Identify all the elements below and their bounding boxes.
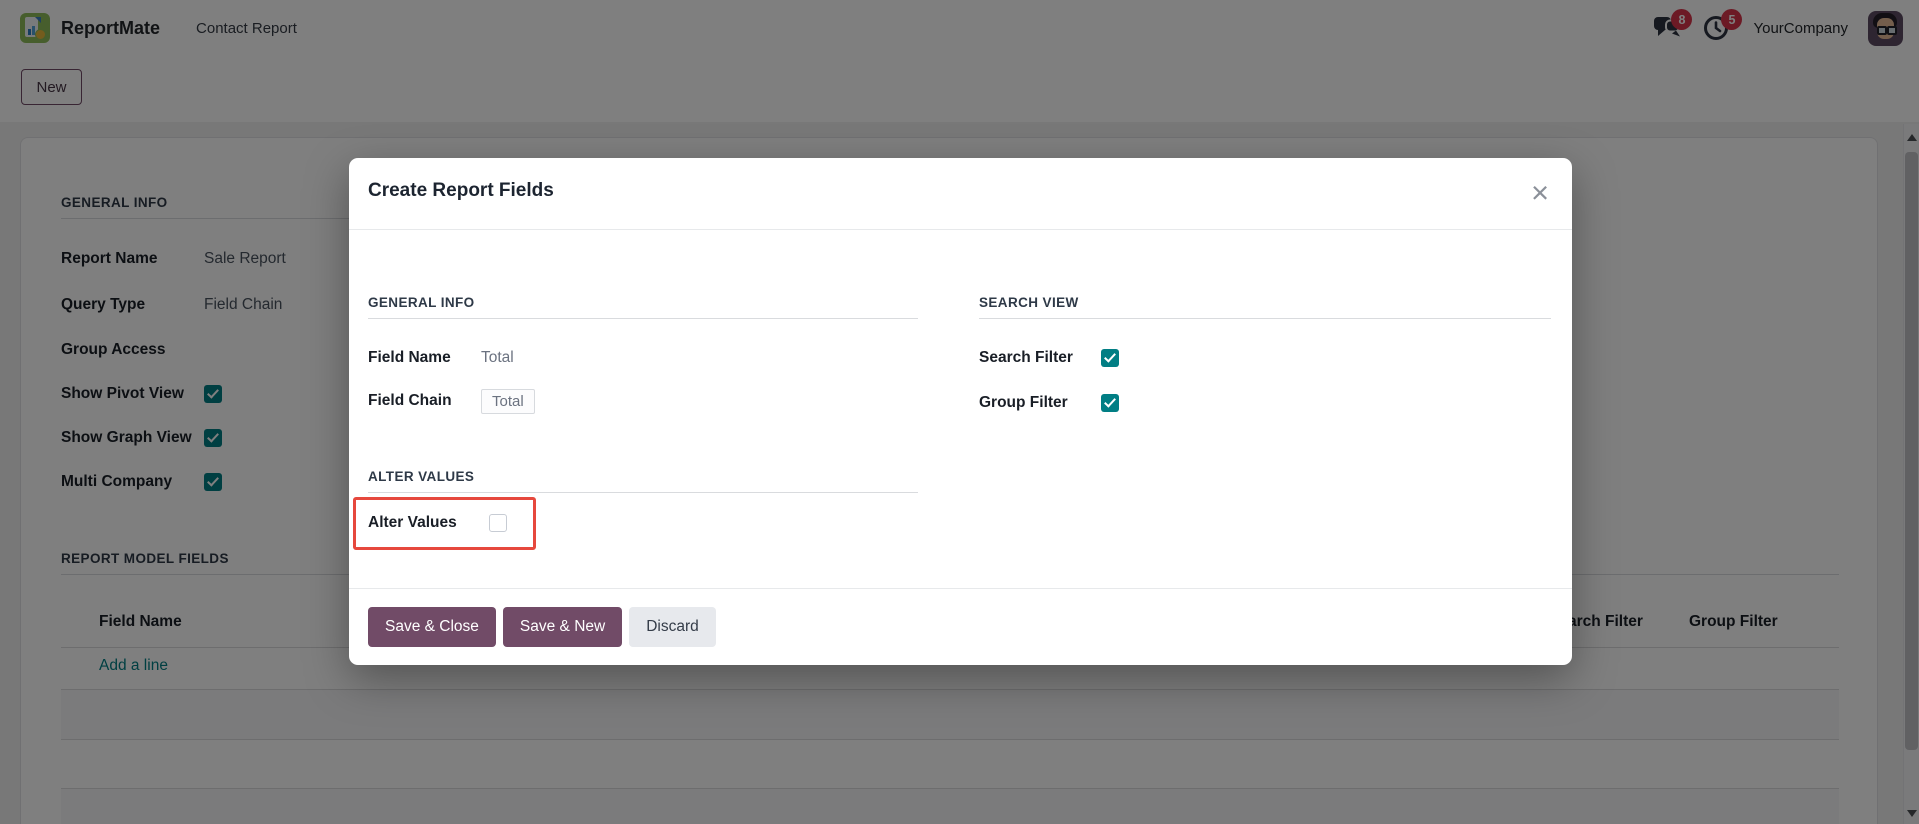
save-and-new-button[interactable]: Save & New [503,607,622,647]
modal-header: Create Report Fields × [349,158,1572,230]
field-chain-tag[interactable]: Total [481,389,535,414]
close-icon[interactable]: × [1520,170,1560,214]
modal-group-filter-row: Group Filter [979,392,1119,414]
modal-section-alter-values: ALTER VALUES [368,469,918,493]
search-filter-checkbox[interactable] [1101,349,1119,367]
alter-values-checkbox[interactable] [489,514,507,532]
group-filter-checkbox[interactable] [1101,394,1119,412]
modal-title: Create Report Fields [368,180,554,202]
modal-section-search-view: SEARCH VIEW [979,295,1551,319]
modal-section-general-info: GENERAL INFO [368,295,918,319]
modal-field-name-row: Field Name Total [368,347,514,369]
modal-search-filter-row: Search Filter [979,347,1119,369]
modal-alter-values-row: Alter Values [368,512,507,534]
modal-footer-buttons: Save & Close Save & New Discard [368,607,716,647]
discard-button[interactable]: Discard [629,607,716,647]
modal-footer-divider [349,588,1572,589]
modal-field-name-value[interactable]: Total [481,349,514,367]
save-and-close-button[interactable]: Save & Close [368,607,496,647]
create-report-fields-modal: Create Report Fields × GENERAL INFO Fiel… [349,158,1572,665]
screen: ReportMate Contact Report 8 [0,0,1919,824]
modal-field-chain-row: Field Chain Total [368,390,535,412]
